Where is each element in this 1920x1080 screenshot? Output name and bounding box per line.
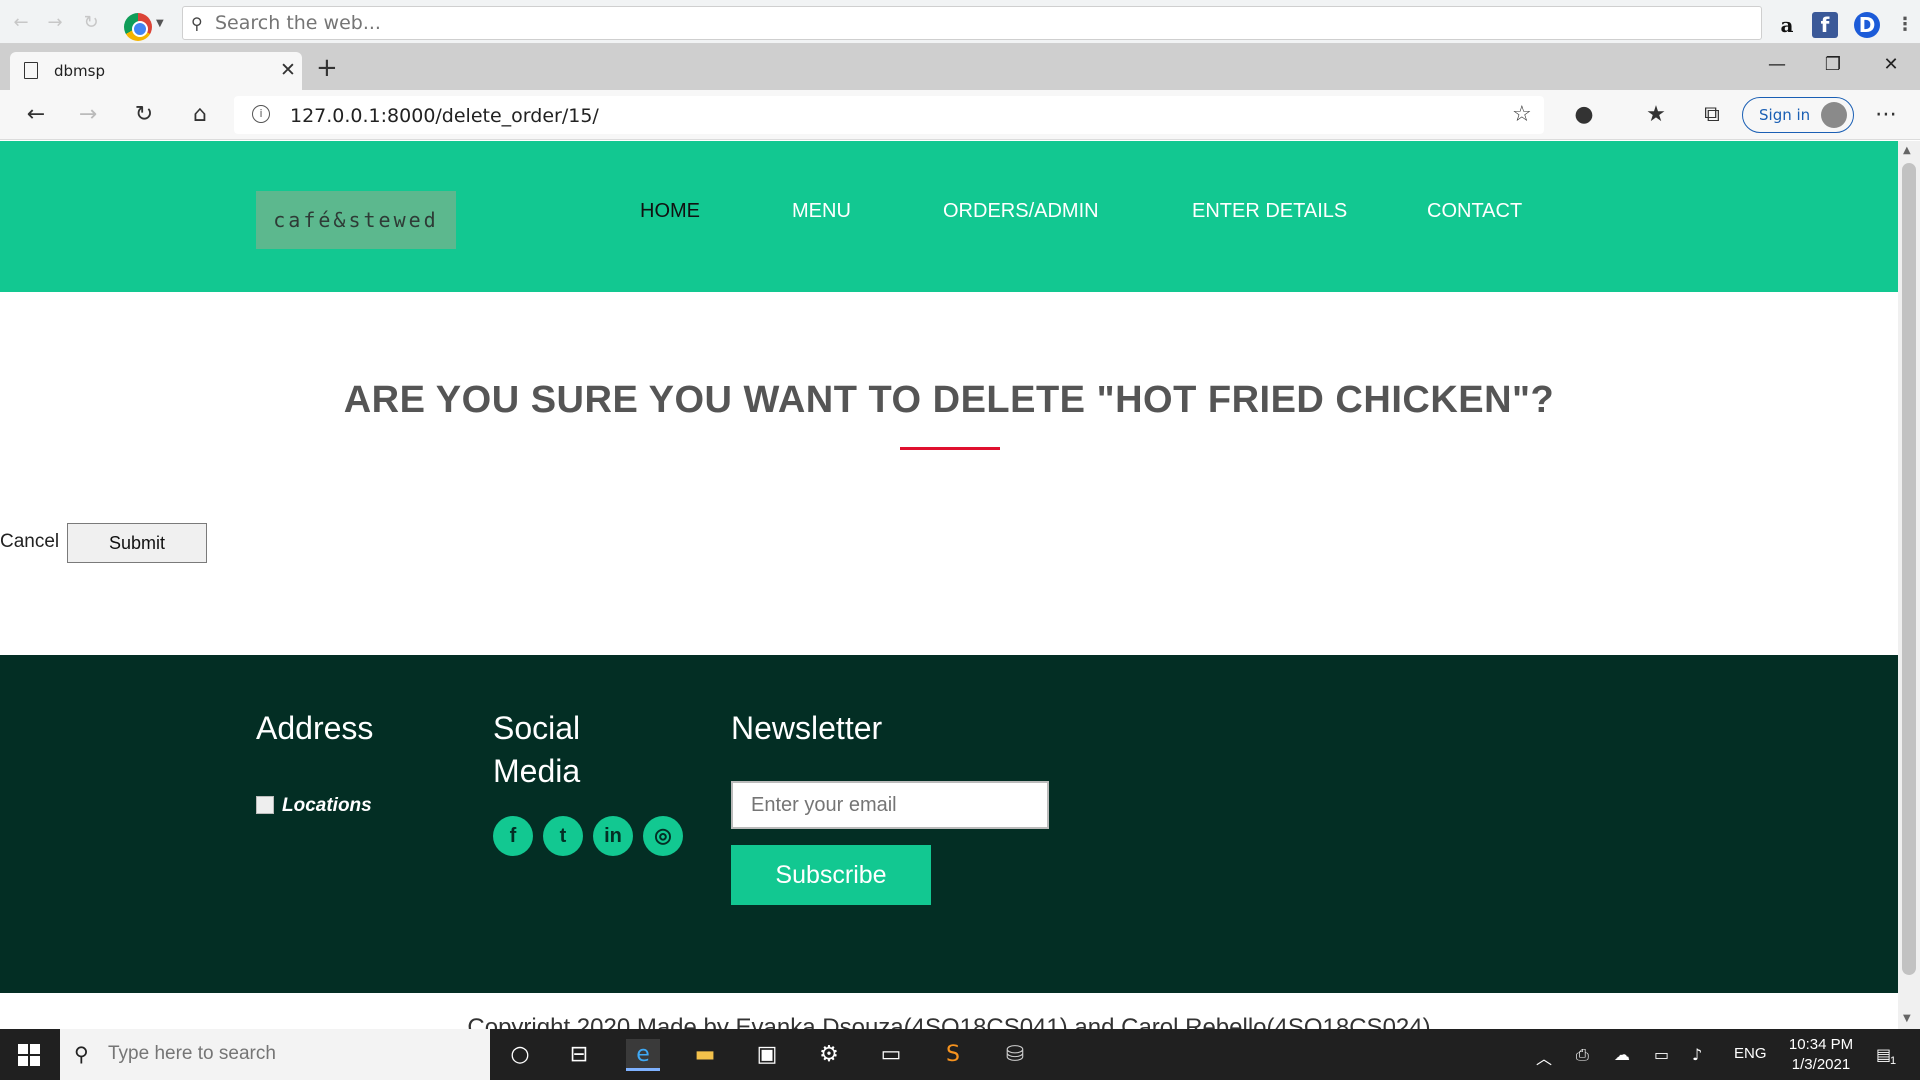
- windows-start-icon[interactable]: [18, 1044, 40, 1066]
- subscribe-button[interactable]: Subscribe: [731, 845, 931, 905]
- cortana-icon[interactable]: ○: [503, 1039, 537, 1071]
- search-icon: ⚲: [191, 14, 203, 33]
- settings-more-icon[interactable]: ⋯: [1872, 103, 1900, 127]
- address-heading: Address: [256, 710, 374, 746]
- url-text[interactable]: 127.0.0.1:8000/delete_order/15/: [290, 105, 599, 127]
- meet-now-icon[interactable]: ⎙: [1576, 1045, 1589, 1065]
- amazon-icon[interactable]: a: [1774, 12, 1800, 38]
- page-title: ARE YOU SURE YOU WANT TO DELETE "HOT FRI…: [343, 379, 1555, 421]
- battery-icon[interactable]: ▭: [1654, 1045, 1669, 1064]
- terminal-icon[interactable]: ▭: [874, 1039, 908, 1071]
- chevron-up-icon[interactable]: ︿: [1536, 1045, 1552, 1069]
- web-search-box[interactable]: ⚲: [182, 6, 1762, 40]
- tab-title: dbmsp: [54, 62, 105, 80]
- taskbar-search[interactable]: ⚲: [60, 1029, 490, 1080]
- scroll-up-icon[interactable]: ▲: [1903, 145, 1911, 156]
- file-explorer-icon[interactable]: ▬: [688, 1039, 722, 1071]
- page-viewport: café&stewed HOME MENU ORDERS/ADMIN ENTER…: [0, 141, 1898, 1029]
- favorites-icon[interactable]: ★: [1642, 103, 1670, 127]
- email-field[interactable]: [731, 781, 1049, 829]
- social-media-heading: Social Media: [493, 710, 581, 789]
- sublime-text-icon[interactable]: S: [936, 1039, 970, 1071]
- close-window-icon[interactable]: ✕: [1876, 54, 1906, 75]
- clock-time: 10:34 PM: [1788, 1036, 1854, 1053]
- windows-taskbar: ⚲ ○ ⊟ e ▬ ▣ ⚙ ▭ S ⛁ ︿ ⎙ ☁ ▭ ♪ ENG 10:34 …: [0, 1029, 1920, 1080]
- system-clock[interactable]: 10:34 PM 1/3/2021: [1766, 1035, 1876, 1075]
- new-tab-icon[interactable]: +: [316, 53, 338, 83]
- refresh-icon[interactable]: ↻: [130, 103, 158, 127]
- twitter-icon[interactable]: t: [543, 816, 583, 856]
- scroll-down-icon[interactable]: ▼: [1903, 1013, 1911, 1024]
- back-icon[interactable]: ←: [22, 103, 50, 127]
- site-footer: Address Locations Social Media f t in ◎ …: [0, 655, 1898, 993]
- instagram-icon[interactable]: ◎: [643, 816, 683, 856]
- restore-icon[interactable]: ❐: [1818, 54, 1848, 75]
- title-underline: [900, 447, 1000, 450]
- address-bar[interactable]: i 127.0.0.1:8000/delete_order/15/ ☆: [234, 96, 1544, 134]
- collections-icon[interactable]: ⧉: [1698, 103, 1726, 127]
- locations-label: Locations: [282, 795, 372, 816]
- linkedin-icon[interactable]: in: [593, 816, 633, 856]
- nav-contact[interactable]: CONTACT: [1427, 200, 1522, 223]
- web-search-input[interactable]: [215, 11, 1715, 35]
- forward-icon[interactable]: →: [74, 103, 102, 127]
- page-scrollbar[interactable]: ▲ ▼: [1898, 141, 1920, 1029]
- reload-icon[interactable]: ↻: [80, 12, 102, 34]
- notification-count-badge: 1: [1890, 1055, 1897, 1067]
- chevron-down-icon[interactable]: ▼: [156, 18, 164, 29]
- sign-in-label: Sign in: [1759, 106, 1811, 124]
- locations-link[interactable]: Locations: [256, 795, 372, 817]
- forward-icon[interactable]: →: [44, 12, 66, 34]
- copyright-text: Copyright 2020 Made by Evanka Dsouza(4SO…: [467, 1014, 1431, 1029]
- browser-tab[interactable]: dbmsp ✕: [10, 52, 302, 90]
- clock-date: 1/3/2021: [1791, 1056, 1851, 1073]
- tab-strip: dbmsp ✕ + — ❐ ✕: [0, 44, 1920, 90]
- database-icon[interactable]: ⛁: [998, 1039, 1032, 1071]
- chrome-logo-icon[interactable]: [124, 13, 152, 41]
- back-icon[interactable]: ←: [10, 12, 32, 34]
- dashlane-icon[interactable]: D: [1854, 12, 1880, 38]
- minimize-icon[interactable]: —: [1762, 54, 1792, 75]
- store-icon[interactable]: ▣: [750, 1039, 784, 1071]
- more-vertical-icon[interactable]: ⋮: [1892, 12, 1918, 38]
- facebook-icon[interactable]: f: [493, 816, 533, 856]
- volume-icon[interactable]: ♪: [1692, 1045, 1702, 1064]
- facebook-extension-icon[interactable]: f: [1812, 12, 1838, 38]
- close-tab-icon[interactable]: ✕: [280, 59, 296, 81]
- address-bar-row: ← → ↻ ⌂ i 127.0.0.1:8000/delete_order/15…: [0, 90, 1920, 140]
- cancel-link[interactable]: Cancel: [0, 531, 59, 553]
- info-icon[interactable]: i: [252, 105, 270, 123]
- outer-browser-toolbar: ← → ↻ ▼ ⚲ a f D ⋮: [0, 0, 1920, 44]
- home-icon[interactable]: ⌂: [186, 103, 214, 127]
- taskbar-search-input[interactable]: [108, 1039, 468, 1069]
- nav-enter-details[interactable]: ENTER DETAILS: [1192, 200, 1347, 223]
- nav-orders-admin[interactable]: ORDERS/ADMIN: [943, 200, 1099, 223]
- submit-button[interactable]: Submit: [67, 523, 207, 563]
- scrollbar-thumb[interactable]: [1902, 163, 1916, 975]
- site-logo[interactable]: café&stewed: [256, 191, 456, 249]
- site-header: café&stewed HOME MENU ORDERS/ADMIN ENTER…: [0, 141, 1898, 292]
- extension-icon[interactable]: ●: [1570, 103, 1598, 127]
- onedrive-icon[interactable]: ☁: [1614, 1045, 1630, 1064]
- task-view-icon[interactable]: ⊟: [562, 1039, 596, 1071]
- favorite-star-icon[interactable]: ☆: [1512, 102, 1532, 127]
- settings-gear-icon[interactable]: ⚙: [812, 1039, 846, 1071]
- newsletter-heading: Newsletter: [731, 710, 883, 746]
- edge-icon[interactable]: e: [626, 1039, 660, 1071]
- language-indicator[interactable]: ENG: [1734, 1045, 1767, 1062]
- nav-menu[interactable]: MENU: [792, 200, 851, 223]
- avatar: [1821, 102, 1847, 128]
- nav-home[interactable]: HOME: [640, 200, 700, 223]
- broken-image-icon: [256, 796, 274, 814]
- notification-center-icon[interactable]: ▤: [1876, 1045, 1891, 1064]
- sign-in-button[interactable]: Sign in: [1742, 97, 1854, 133]
- search-icon: ⚲: [74, 1042, 89, 1066]
- page-icon: [24, 62, 38, 79]
